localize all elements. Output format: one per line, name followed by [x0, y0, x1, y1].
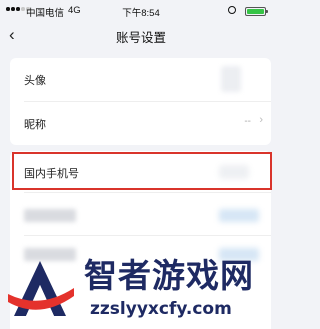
- status-bar: 中国电信 4G 下午8:54: [0, 0, 282, 22]
- watermark-url: zzslyyxcfy.com: [90, 299, 232, 319]
- blurred-label: [24, 209, 76, 222]
- nickname-value: --: [244, 116, 251, 127]
- navigation-bar: ‹ 账号设置: [0, 22, 282, 48]
- watermark: 智者游戏网 zzslyyxcfy.com: [6, 256, 282, 329]
- profile-card: 头像 昵称 -- ›: [10, 58, 271, 145]
- avatar-label: 头像: [24, 75, 46, 87]
- nickname-label: 昵称: [24, 119, 46, 131]
- highlight-box: [12, 152, 272, 190]
- page-title: 账号设置: [115, 31, 166, 45]
- watermark-logo-icon: [8, 261, 74, 316]
- alarm-icon: [228, 6, 236, 14]
- status-time: 下午8:54: [122, 8, 160, 19]
- nickname-row[interactable]: 昵称 -- ›: [10, 102, 271, 145]
- avatar: [221, 66, 241, 92]
- chevron-right-icon: ›: [259, 114, 263, 126]
- watermark-title: 智者游戏网: [84, 256, 254, 295]
- battery-icon: [245, 7, 268, 16]
- avatar-row[interactable]: 头像: [10, 58, 271, 101]
- blurred-row[interactable]: [10, 193, 271, 236]
- blurred-value: [219, 209, 259, 222]
